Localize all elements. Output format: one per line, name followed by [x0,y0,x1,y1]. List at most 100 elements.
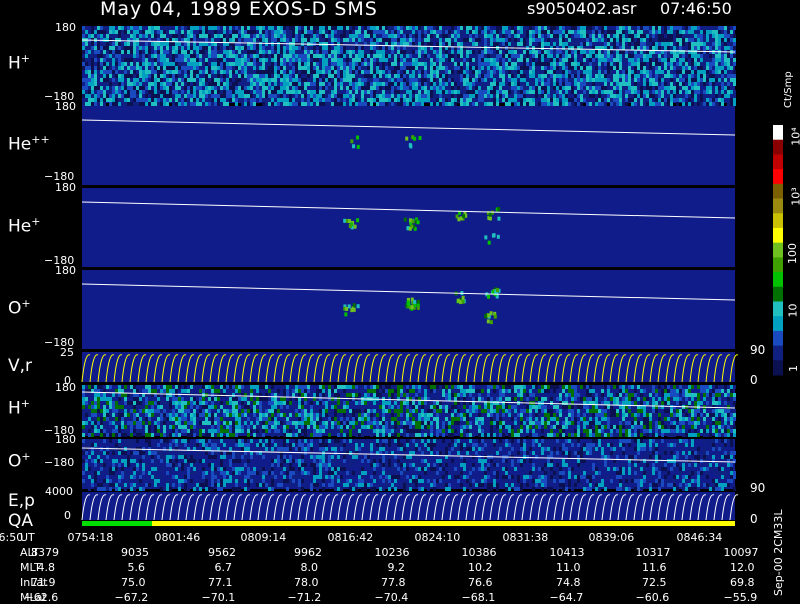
spectrogram-cell [379,417,382,421]
spectrogram-cell [115,94,118,98]
spectrogram-cell [223,30,226,34]
spectrogram-cell [556,102,559,106]
spectrogram-cell [349,66,352,70]
spectrogram-cell [172,409,175,413]
spectrogram-cell [385,409,388,413]
spectrogram-cell [190,50,193,54]
spectrogram-cell [211,34,214,38]
spectrogram-cell [640,86,643,90]
spectrogram-cell [625,82,628,86]
spectrogram-cell [253,66,256,70]
spectrogram-cell [337,393,340,397]
spectrogram-cell [499,62,502,66]
spectrogram-cell [235,98,238,102]
spectrogram-cell [172,401,175,405]
spectrogram-cell [322,66,325,70]
spectrogram-cell [301,86,304,90]
spectrogram-cell [433,86,436,90]
spectrogram-cell [628,46,631,50]
spectrogram-cell [187,54,190,58]
spectrogram-cell [190,62,193,66]
spectrogram-cell [277,405,280,409]
spectrogram-cell [628,66,631,70]
spectrogram-cell [718,86,721,90]
spectrogram-cell [94,102,97,106]
spectrogram-cell [370,409,373,413]
spectrogram-cell [727,58,730,62]
spectrogram-cell [652,102,655,106]
spectrogram-cell [562,30,565,34]
spectrogram-cell [223,94,226,98]
spectrogram-cell [127,26,130,30]
spectrogram-cell [175,66,178,70]
spectrogram-cell [727,66,730,70]
spectrogram-cell [406,50,409,54]
spectrogram-cell [334,82,337,86]
spectrogram-cell [670,26,673,30]
spectrogram-cell [553,30,556,34]
spectrogram-cell [175,413,178,417]
spectrogram-cell [124,82,127,86]
spectrogram-cell [220,94,223,98]
spectrogram-cell [286,98,289,102]
spectrogram-cell [568,82,571,86]
spectrogram-cell [259,82,262,86]
spectrogram-cell [577,74,580,78]
spectrogram-cell [697,90,700,94]
spectrogram-cell [301,26,304,30]
spectrogram-cell [337,70,340,74]
spectrogram-cell [448,86,451,90]
spectrogram-cell [694,58,697,62]
spectrogram-cell [616,66,619,70]
spectrogram-cell [214,38,217,42]
spectrogram-cell [538,34,541,38]
spectrogram-cell [517,54,520,58]
spectrogram-cell [694,46,697,50]
spectrogram-cell [706,82,709,86]
spectrogram-cell [196,26,199,30]
spectrogram-cell [535,34,538,38]
spectrogram-cell [175,26,178,30]
spectrogram-cell [508,26,511,30]
spectrogram-cell [154,26,157,30]
spectrogram-cell [274,421,277,425]
spectrogram-cell [466,70,469,74]
spectrogram-cell [286,26,289,30]
spectrogram-cell [625,54,628,58]
spectrogram-cell [346,82,349,86]
spectrogram-cell [715,34,718,38]
spectrogram-cell [679,86,682,90]
spectrogram-cell [634,66,637,70]
spectrogram-cell [220,46,223,50]
spectrogram-cell [307,54,310,58]
spectrogram-cell [190,38,193,42]
spectrogram-cell [253,405,256,409]
spectrogram-cell [412,42,415,46]
spectrogram-cell [631,74,634,78]
spectrogram-cell [712,74,715,78]
spectrogram-cell [496,78,499,82]
spectrogram-cell [190,86,193,90]
spectrogram-cell [253,46,256,50]
spectrogram-cell [616,30,619,34]
spectrogram-cell [343,86,346,90]
spectrogram-cell [358,58,361,62]
spectrogram-cell [160,50,163,54]
spectrogram-cell [94,405,97,409]
spectrogram-cell [298,393,301,397]
spectrogram-cell [184,58,187,62]
spectrogram-cell [451,26,454,30]
spectrogram-cell [337,46,340,50]
spectrogram-cell [718,26,721,30]
spectrogram-cell [562,46,565,50]
spectrogram-cell [145,409,148,413]
spectrogram-cell [118,38,121,42]
spectrogram-cell [613,50,616,54]
spectrogram-cell [721,78,724,82]
spectrogram-cell [394,58,397,62]
spectrogram-cell [130,429,133,433]
spectrogram-cell [265,70,268,74]
spectrogram-cell [667,90,670,94]
spectrogram-cell [388,26,391,30]
spectrogram-cell [262,30,265,34]
